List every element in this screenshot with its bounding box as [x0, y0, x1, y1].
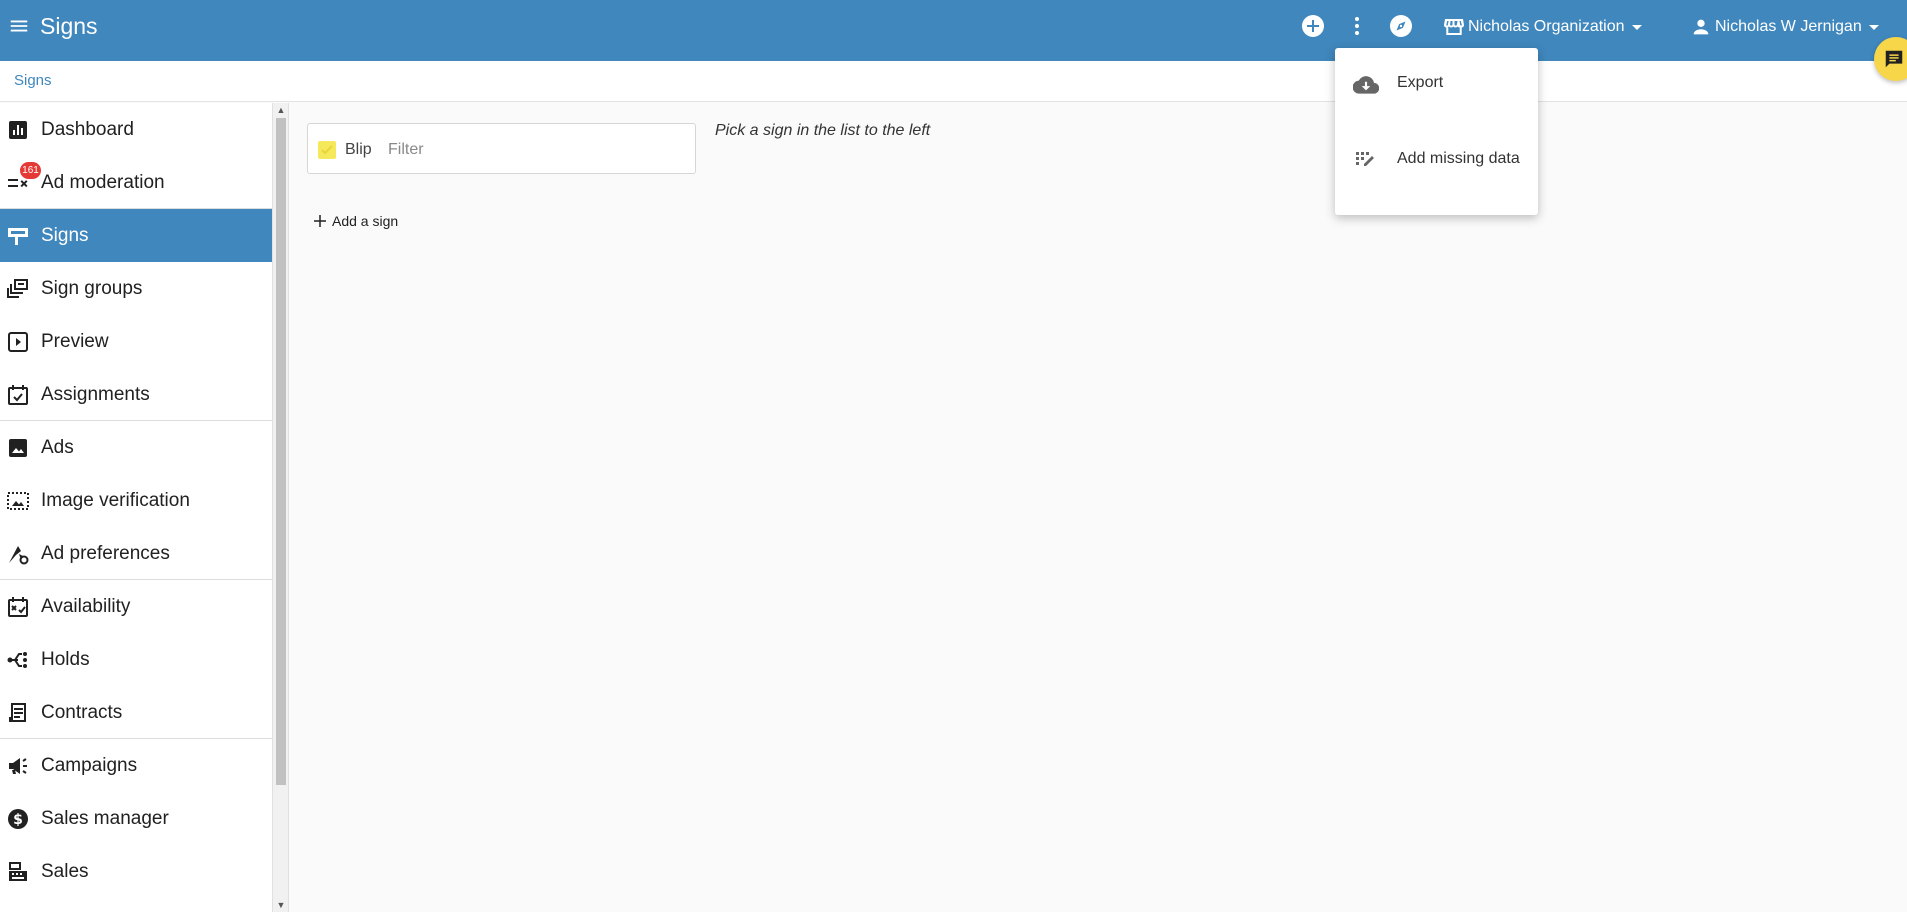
sidebar-item-campaigns[interactable]: Campaigns — [0, 739, 272, 792]
breadcrumb-signs-link[interactable]: Signs — [14, 72, 52, 89]
store-icon — [1444, 19, 1464, 35]
organization-selector[interactable]: Nicholas Organization — [1442, 14, 1649, 40]
menu-item-label: Add missing data — [1397, 150, 1520, 167]
sidebar-item-ads[interactable]: Ads — [0, 421, 272, 474]
megaphone-icon — [9, 758, 27, 774]
app-title: Signs — [40, 13, 98, 39]
sidebar-item-ad-preferences[interactable]: Ad preferences — [0, 527, 272, 580]
sidebar-item-availability[interactable]: Availability — [0, 580, 272, 633]
user-name: Nicholas W Jernigan — [1715, 18, 1862, 35]
sidebar-item-label: Preview — [41, 331, 109, 352]
hamburger-menu-icon[interactable] — [8, 15, 30, 37]
sidebar-item-label: Sales — [41, 861, 89, 882]
sidebar-item-label: Sales manager — [41, 808, 169, 829]
availability-icon — [8, 597, 28, 617]
sidebar-item-signs[interactable]: Signs — [0, 209, 272, 262]
sidebar-item-label: Campaigns — [41, 755, 138, 776]
sidebar-item-label: Dashboard — [41, 119, 134, 140]
blip-label: Blip — [345, 141, 372, 158]
sidebar-item-label: Image verification — [41, 490, 190, 511]
person-icon — [1693, 19, 1709, 35]
sidebar-item-sales-manager[interactable]: $ Sales manager — [0, 792, 272, 845]
contracts-icon — [9, 703, 26, 722]
sidebar-nav: Dashboard 161 Ad moderation Signs Sign g… — [0, 103, 273, 912]
sidebar-item-label: Holds — [41, 649, 90, 670]
assignments-icon — [8, 385, 28, 405]
sidebar-item-label: Availability — [41, 596, 131, 617]
add-sign-label: Add a sign — [332, 213, 399, 229]
sidebar-item-preview[interactable]: Preview — [0, 315, 272, 368]
sidebar-item-label: Sign groups — [41, 278, 143, 299]
sidebar-item-sales[interactable]: Sales — [0, 845, 272, 898]
sidebar-item-label: Ad preferences — [41, 543, 170, 564]
sign-filter-box: Blip — [307, 123, 696, 174]
register-icon — [9, 862, 27, 881]
breadcrumb: Signs — [0, 61, 1907, 102]
sidebar-scrollbar[interactable]: ▲ ▼ — [273, 103, 289, 912]
check-icon — [321, 145, 333, 155]
more-vertical-icon[interactable] — [1345, 14, 1369, 38]
menu-item-export[interactable]: Export — [1335, 54, 1538, 114]
empty-state-hint: Pick a sign in the list to the left — [715, 122, 931, 139]
sidebar-item-contracts[interactable]: Contracts — [0, 686, 272, 739]
scroll-down-arrow-icon[interactable]: ▼ — [276, 900, 286, 910]
compass-icon[interactable] — [1389, 14, 1413, 38]
preview-icon — [8, 332, 28, 352]
ad-preferences-icon — [9, 546, 29, 565]
add-sign-button[interactable]: Add a sign — [311, 212, 398, 230]
sidebar-item-image-verification[interactable]: Image verification — [0, 474, 272, 527]
blip-checkbox[interactable] — [318, 141, 336, 159]
scrollbar-thumb[interactable] — [276, 118, 286, 785]
cloud-download-icon — [1353, 76, 1379, 94]
image-icon — [9, 439, 27, 457]
caret-down-icon — [1631, 25, 1642, 30]
organization-name: Nicholas Organization — [1468, 18, 1625, 35]
sidebar-item-ad-moderation[interactable]: 161 Ad moderation — [0, 156, 272, 209]
sidebar-item-label: Contracts — [41, 702, 123, 723]
dollar-icon: $ — [8, 809, 28, 829]
scroll-up-arrow-icon[interactable]: ▲ — [276, 105, 286, 115]
sidebar-item-label: Signs — [41, 225, 89, 246]
top-app-bar: Signs Nicholas Organization Nicholas W J… — [0, 0, 1907, 61]
sidebar-item-label: Assignments — [41, 384, 150, 405]
sign-icon — [8, 228, 28, 245]
sidebar-item-label: Ads — [41, 437, 74, 458]
sidebar-item-dashboard[interactable]: Dashboard — [0, 103, 272, 156]
moderation-count-badge: 161 — [20, 162, 41, 179]
add-missing-data-icon — [1356, 152, 1374, 166]
sidebar-item-sign-groups[interactable]: Sign groups — [0, 262, 272, 315]
sidebar-item-assignments[interactable]: Assignments — [0, 368, 272, 421]
svg-text:$: $ — [13, 812, 23, 828]
sidebar-item-label: Ad moderation — [41, 172, 165, 193]
menu-item-label: Export — [1397, 74, 1444, 91]
filter-input[interactable] — [388, 136, 678, 164]
add-circle-icon[interactable] — [1301, 14, 1325, 38]
plus-icon — [314, 215, 326, 227]
holds-icon — [7, 652, 27, 668]
menu-item-add-missing-data[interactable]: Add missing data — [1335, 130, 1538, 190]
user-menu[interactable]: Nicholas W Jernigan — [1690, 14, 1886, 40]
dashboard-icon — [9, 121, 27, 139]
caret-down-icon — [1868, 25, 1879, 30]
image-verification-icon — [7, 492, 29, 510]
sidebar-item-holds[interactable]: Holds — [0, 633, 272, 686]
chat-icon — [1885, 50, 1903, 68]
overflow-menu: Export Add missing data — [1335, 48, 1538, 215]
sign-groups-icon — [7, 279, 28, 298]
